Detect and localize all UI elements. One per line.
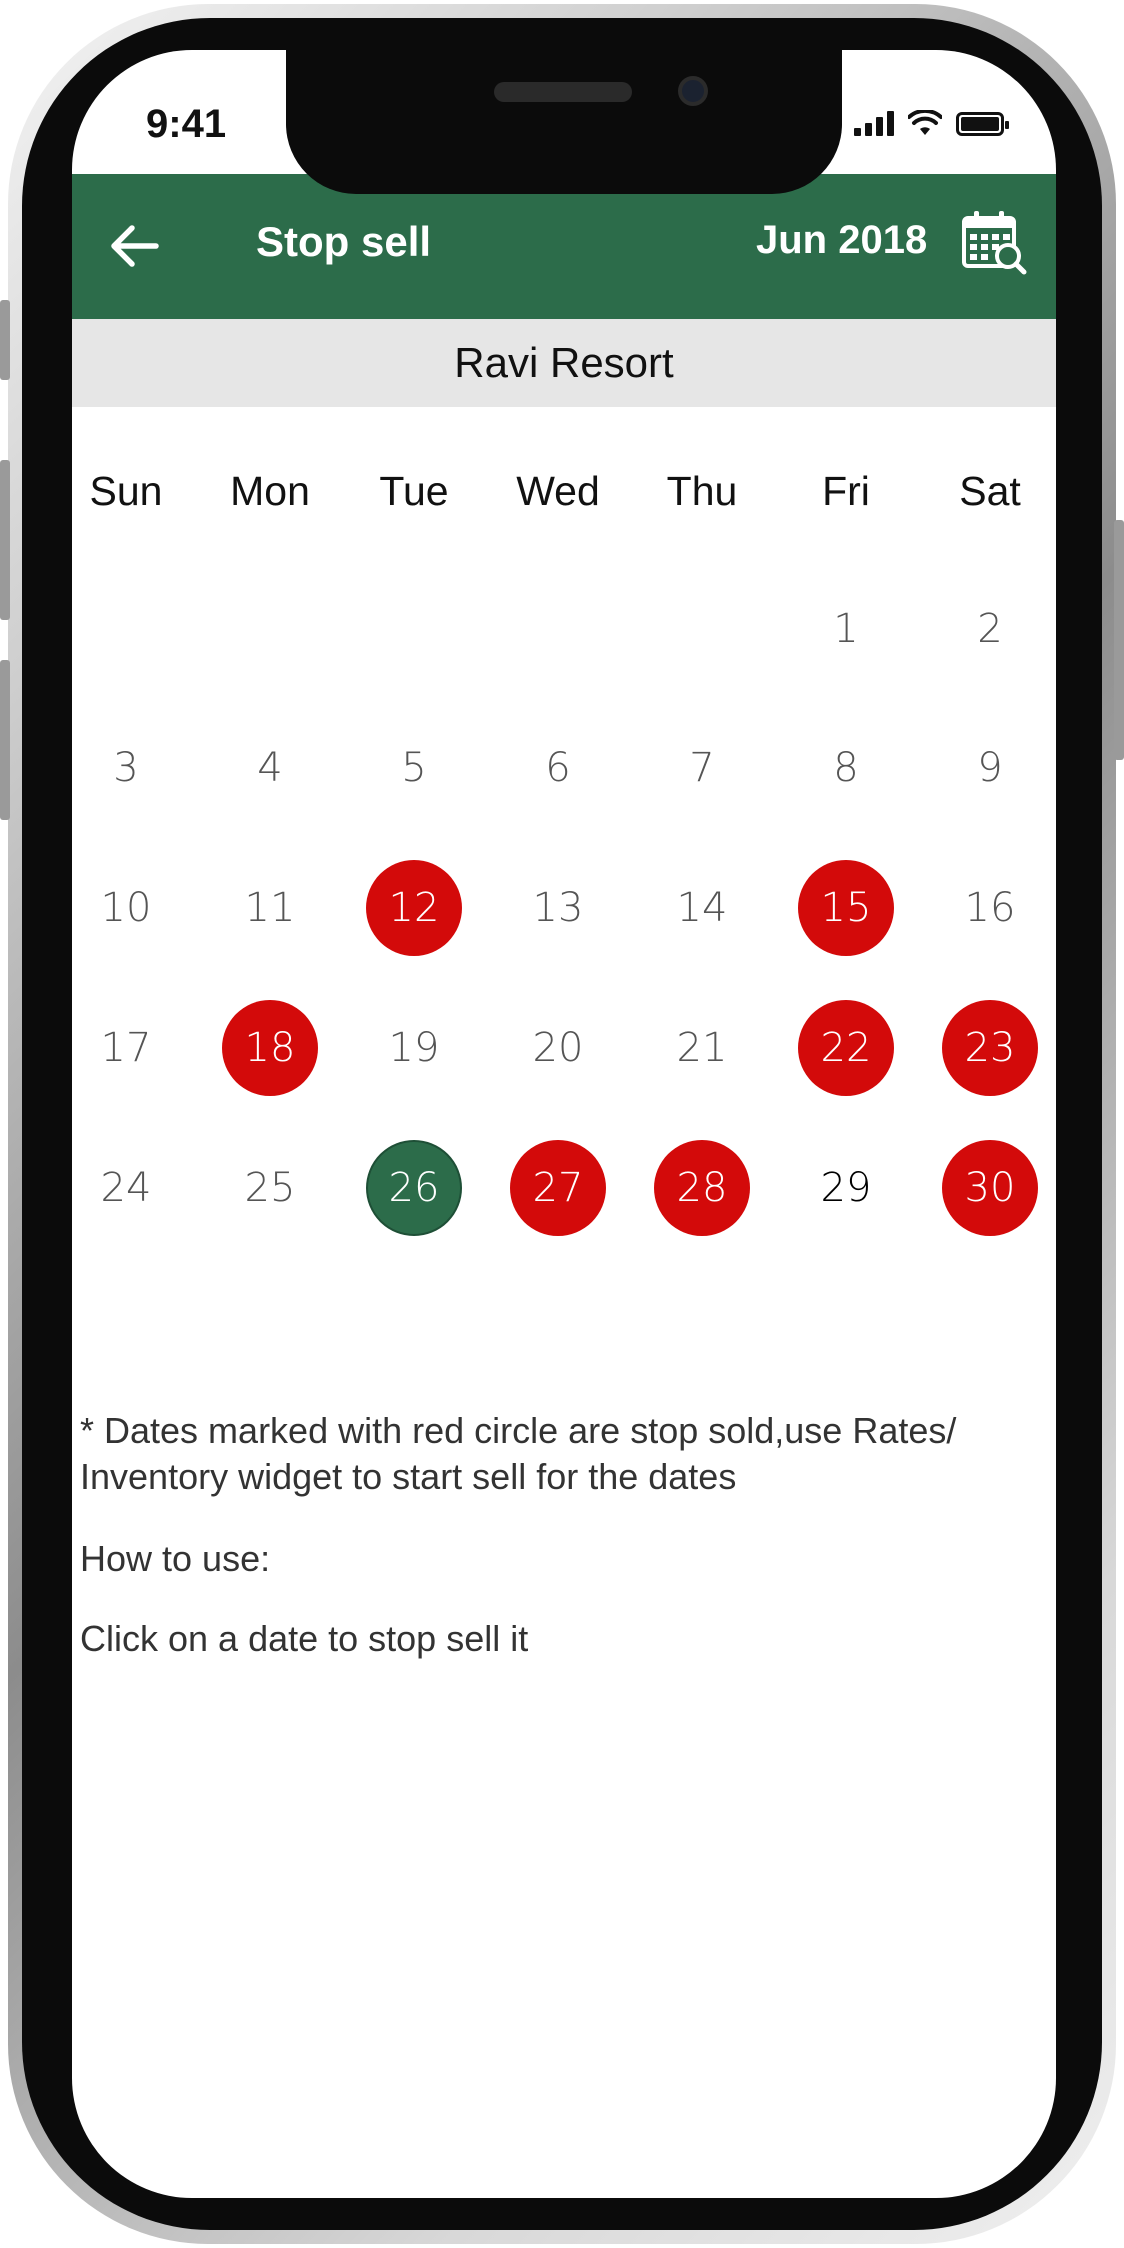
property-name: Ravi Resort bbox=[72, 319, 1056, 407]
weekday-wed: Wed bbox=[516, 468, 600, 514]
calendar-day-29[interactable]: 29 bbox=[798, 1140, 894, 1236]
how-to-heading: How to use: bbox=[80, 1538, 271, 1579]
calendar-day-9[interactable]: 9 bbox=[942, 720, 1038, 816]
calendar-day-19[interactable]: 19 bbox=[366, 1000, 462, 1096]
weekday-sun: Sun bbox=[89, 468, 163, 514]
volume-up-button bbox=[0, 460, 10, 620]
calendar-day-10[interactable]: 10 bbox=[78, 860, 174, 956]
calendar-day-27[interactable]: 27 bbox=[510, 1140, 606, 1236]
front-camera bbox=[678, 76, 708, 106]
weekday-fri: Fri bbox=[822, 468, 870, 514]
calendar-day-23[interactable]: 23 bbox=[942, 1000, 1038, 1096]
weekday-thu: Thu bbox=[666, 468, 738, 514]
arrow-left-icon[interactable] bbox=[102, 214, 166, 278]
calendar-day-14[interactable]: 14 bbox=[654, 860, 750, 956]
calendar-day-2[interactable]: 2 bbox=[942, 581, 1038, 677]
mute-switch bbox=[0, 300, 10, 380]
calendar-day-18[interactable]: 18 bbox=[222, 1000, 318, 1096]
calendar-day-17[interactable]: 17 bbox=[78, 1000, 174, 1096]
calendar-search-icon[interactable] bbox=[960, 208, 1028, 276]
calendar-day-24[interactable]: 24 bbox=[78, 1140, 174, 1236]
calendar-day-1[interactable]: 1 bbox=[798, 581, 894, 677]
calendar-day-22[interactable]: 22 bbox=[798, 1000, 894, 1096]
calendar-day-4[interactable]: 4 bbox=[222, 720, 318, 816]
notch bbox=[286, 50, 842, 194]
instruction-text: Click on a date to stop sell it bbox=[80, 1618, 529, 1659]
calendar-day-25[interactable]: 25 bbox=[222, 1140, 318, 1236]
calendar-day-8[interactable]: 8 bbox=[798, 720, 894, 816]
calendar-day-21[interactable]: 21 bbox=[654, 1000, 750, 1096]
signal-icon bbox=[854, 110, 894, 136]
app-bar: Stop sell Jun 2018 bbox=[72, 174, 1056, 319]
calendar-day-12[interactable]: 12 bbox=[366, 860, 462, 956]
weekday-tue: Tue bbox=[379, 468, 449, 514]
battery-icon bbox=[956, 112, 1009, 136]
calendar-day-13[interactable]: 13 bbox=[510, 860, 606, 956]
speaker-grille bbox=[494, 82, 632, 102]
calendar-day-28[interactable]: 28 bbox=[654, 1140, 750, 1236]
volume-down-button bbox=[0, 660, 10, 820]
calendar-day-16[interactable]: 16 bbox=[942, 860, 1038, 956]
stop-sold-note: * Dates marked with red circle are stop … bbox=[80, 1410, 957, 1497]
calendar-day-30[interactable]: 30 bbox=[942, 1140, 1038, 1236]
power-button bbox=[1114, 520, 1124, 760]
app-screen: 9:41 Stop sell Jun 2018 Ravi Resort Sun … bbox=[72, 50, 1056, 2198]
weekday-mon: Mon bbox=[230, 468, 310, 514]
month-label[interactable]: Jun 2018 bbox=[756, 218, 927, 263]
wifi-icon bbox=[908, 110, 942, 135]
calendar-day-26[interactable]: 26 bbox=[366, 1140, 462, 1236]
weekday-header: Sun Mon Tue Wed Thu Fri Sat bbox=[72, 468, 1056, 528]
calendar-day-6[interactable]: 6 bbox=[510, 720, 606, 816]
status-time: 9:41 bbox=[146, 102, 227, 146]
page-title: Stop sell bbox=[256, 218, 432, 265]
status-icons bbox=[854, 110, 1009, 136]
calendar-day-11[interactable]: 11 bbox=[222, 860, 318, 956]
calendar-day-5[interactable]: 5 bbox=[366, 720, 462, 816]
weekday-sat: Sat bbox=[959, 468, 1021, 514]
calendar-day-3[interactable]: 3 bbox=[78, 720, 174, 816]
calendar-day-15[interactable]: 15 bbox=[798, 860, 894, 956]
calendar-day-20[interactable]: 20 bbox=[510, 1000, 606, 1096]
calendar-day-7[interactable]: 7 bbox=[654, 720, 750, 816]
